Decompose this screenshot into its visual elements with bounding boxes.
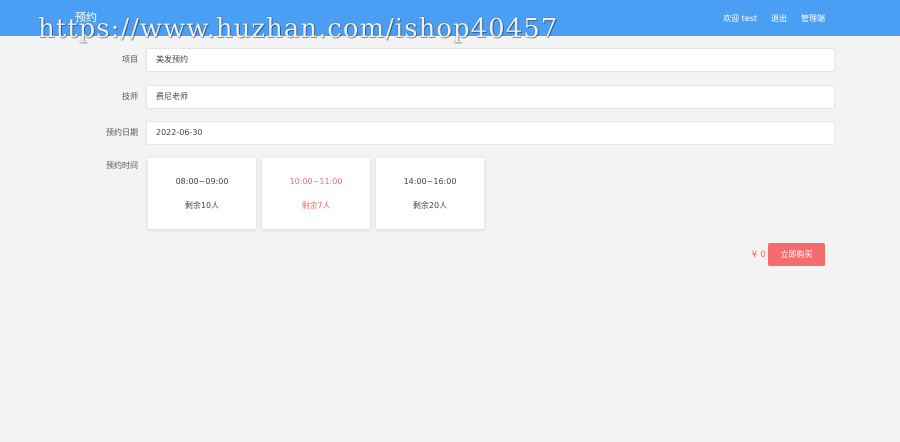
time-slot[interactable]: 14:00~16:00 剩余20人 (376, 158, 484, 229)
slot-time: 08:00~09:00 (175, 177, 229, 186)
buy-now-button[interactable]: 立即购买 (768, 243, 825, 266)
date-label: 预约日期 (106, 128, 138, 137)
time-slot-selected[interactable]: 10:00~11:00 剩余7人 (262, 158, 370, 229)
admin-link[interactable]: 管理端 (801, 13, 825, 24)
purchase-bar: ¥ 0 立即购买 (752, 243, 825, 266)
slot-remaining: 剩余20人 (412, 201, 448, 210)
top-nav: 欢迎 test 退出 管理端 (723, 13, 825, 24)
time-slot-list: 08:00~09:00 剩余10人 10:00~11:00 剩余7人 14:00… (148, 158, 484, 229)
slot-remaining: 剩余10人 (184, 201, 220, 210)
project-field[interactable]: 美发预约 (146, 48, 835, 72)
time-label: 预约时间 (106, 161, 138, 170)
slot-time: 10:00~11:00 (289, 177, 343, 186)
time-slot[interactable]: 08:00~09:00 剩余10人 (148, 158, 256, 229)
top-bar: 预约 欢迎 test 退出 管理端 (0, 0, 900, 36)
date-field[interactable]: 2022-06-30 (146, 121, 835, 145)
slot-time: 14:00~16:00 (403, 177, 457, 186)
technician-row: 技师 费尼老师 (0, 85, 900, 109)
brand-title: 预约 (75, 11, 97, 24)
price-label: ¥ 0 (751, 249, 766, 260)
project-label: 项目 (122, 55, 138, 64)
project-row: 项目 美发预约 (0, 48, 900, 72)
logout-link[interactable]: 退出 (771, 13, 787, 24)
technician-field[interactable]: 费尼老师 (146, 85, 835, 109)
slot-remaining: 剩余7人 (301, 201, 331, 210)
date-row: 预约日期 2022-06-30 (0, 121, 900, 145)
technician-label: 技师 (122, 92, 138, 101)
welcome-user-link[interactable]: 欢迎 test (723, 13, 757, 24)
